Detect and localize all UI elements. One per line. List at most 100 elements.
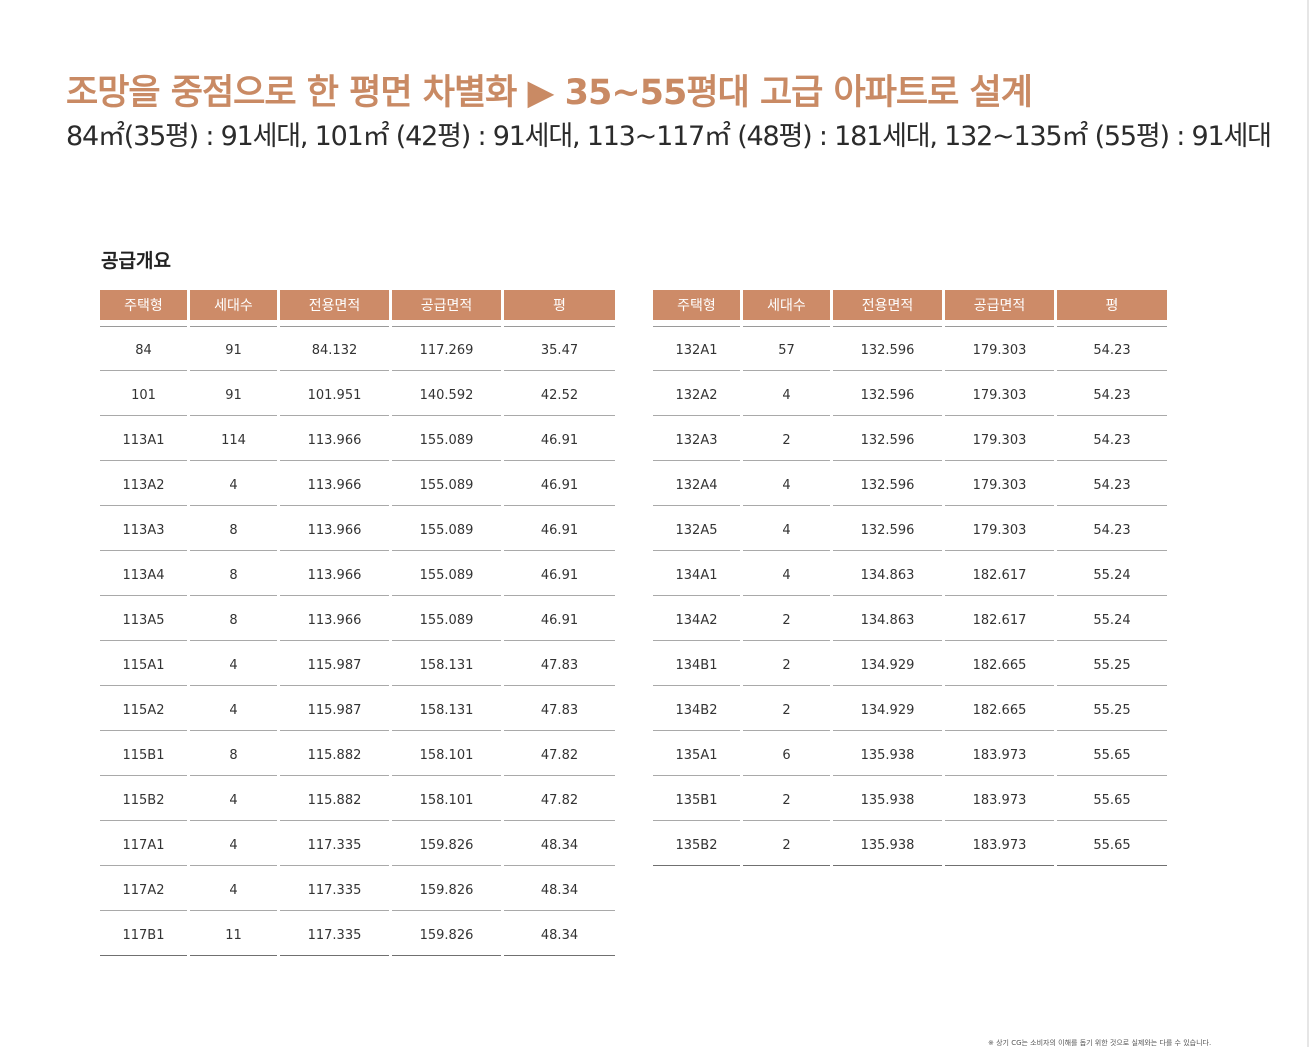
cell-pyeong: 48.34 [504, 911, 615, 956]
cell-household-count: 2 [743, 821, 830, 866]
cell-unit-type: 117A2 [100, 866, 187, 911]
table-row: 132A2 4 132.596 179.303 54.23 [653, 371, 1167, 416]
cell-unit-type: 135B1 [653, 776, 740, 821]
cell-unit-type: 132A5 [653, 506, 740, 551]
column-header-exclusive-area: 전용면적 [833, 290, 942, 326]
cell-household-count: 4 [190, 821, 277, 866]
cell-unit-type: 132A1 [653, 326, 740, 371]
column-header-pyeong: 평 [1057, 290, 1167, 326]
cell-exclusive-area: 113.966 [280, 506, 389, 551]
cell-supply-area: 179.303 [945, 416, 1054, 461]
cell-unit-type: 134A2 [653, 596, 740, 641]
cell-household-count: 8 [190, 551, 277, 596]
column-header-supply-area: 공급면적 [392, 290, 501, 326]
cell-exclusive-area: 117.335 [280, 911, 389, 956]
cell-household-count: 8 [190, 596, 277, 641]
cell-unit-type: 101 [100, 371, 187, 416]
cell-household-count: 4 [190, 776, 277, 821]
cell-unit-type: 132A3 [653, 416, 740, 461]
cell-household-count: 4 [190, 686, 277, 731]
disclaimer-note: ※ 상기 CG는 소비자의 이해를 돕기 위한 것으로 실제와는 다를 수 있습… [988, 1039, 1212, 1047]
cell-unit-type: 115A1 [100, 641, 187, 686]
cell-exclusive-area: 101.951 [280, 371, 389, 416]
table-row: 113A5 8 113.966 155.089 46.91 [100, 596, 615, 641]
table-row: 115B1 8 115.882 158.101 47.82 [100, 731, 615, 776]
cell-pyeong: 47.83 [504, 641, 615, 686]
cell-household-count: 4 [190, 461, 277, 506]
cell-exclusive-area: 115.882 [280, 731, 389, 776]
cell-household-count: 2 [743, 416, 830, 461]
column-header-pyeong: 평 [504, 290, 615, 326]
cell-exclusive-area: 132.596 [833, 416, 942, 461]
cell-supply-area: 140.592 [392, 371, 501, 416]
cell-pyeong: 46.91 [504, 551, 615, 596]
cell-exclusive-area: 135.938 [833, 821, 942, 866]
table-header-row: 주택형 세대수 전용면적 공급면적 평 [100, 290, 615, 326]
cell-supply-area: 159.826 [392, 866, 501, 911]
cell-supply-area: 182.665 [945, 686, 1054, 731]
cell-supply-area: 158.101 [392, 731, 501, 776]
cell-supply-area: 183.973 [945, 821, 1054, 866]
cell-pyeong: 47.82 [504, 731, 615, 776]
cell-household-count: 4 [743, 551, 830, 596]
table-row: 134B1 2 134.929 182.665 55.25 [653, 641, 1167, 686]
cell-pyeong: 48.34 [504, 866, 615, 911]
cell-exclusive-area: 113.966 [280, 596, 389, 641]
table-row: 113A1 114 113.966 155.089 46.91 [100, 416, 615, 461]
cell-exclusive-area: 115.882 [280, 776, 389, 821]
supply-table-left: 주택형 세대수 전용면적 공급면적 평 84 91 84.132 117.269 35.47 10… [97, 290, 618, 956]
table-row: 113A3 8 113.966 155.089 46.91 [100, 506, 615, 551]
cell-pyeong: 54.23 [1057, 416, 1167, 461]
cell-pyeong: 47.83 [504, 686, 615, 731]
cell-exclusive-area: 134.863 [833, 596, 942, 641]
cell-exclusive-area: 113.966 [280, 551, 389, 596]
column-header-unit-type: 주택형 [100, 290, 187, 326]
cell-household-count: 4 [743, 371, 830, 416]
cell-exclusive-area: 132.596 [833, 326, 942, 371]
table-row: 132A4 4 132.596 179.303 54.23 [653, 461, 1167, 506]
table-row: 132A1 57 132.596 179.303 54.23 [653, 326, 1167, 371]
cell-household-count: 11 [190, 911, 277, 956]
cell-unit-type: 113A1 [100, 416, 187, 461]
table-row: 115A2 4 115.987 158.131 47.83 [100, 686, 615, 731]
cell-unit-type: 135B2 [653, 821, 740, 866]
cell-pyeong: 46.91 [504, 416, 615, 461]
table-row: 135B1 2 135.938 183.973 55.65 [653, 776, 1167, 821]
cell-household-count: 57 [743, 326, 830, 371]
column-header-household-count: 세대수 [743, 290, 830, 326]
cell-household-count: 8 [190, 731, 277, 776]
table-header-row: 주택형 세대수 전용면적 공급면적 평 [653, 290, 1167, 326]
cell-household-count: 4 [190, 641, 277, 686]
cell-supply-area: 182.665 [945, 641, 1054, 686]
cell-unit-type: 115B1 [100, 731, 187, 776]
table-row: 135A1 6 135.938 183.973 55.65 [653, 731, 1167, 776]
cell-pyeong: 54.23 [1057, 326, 1167, 371]
cell-supply-area: 179.303 [945, 371, 1054, 416]
cell-pyeong: 55.65 [1057, 776, 1167, 821]
cell-unit-type: 132A4 [653, 461, 740, 506]
table-row: 84 91 84.132 117.269 35.47 [100, 326, 615, 371]
cell-supply-area: 117.269 [392, 326, 501, 371]
cell-pyeong: 55.25 [1057, 686, 1167, 731]
cell-household-count: 4 [743, 506, 830, 551]
cell-pyeong: 48.34 [504, 821, 615, 866]
cell-unit-type: 115A2 [100, 686, 187, 731]
table-row: 113A4 8 113.966 155.089 46.91 [100, 551, 615, 596]
unit-summary: 84㎡(35평) : 91세대, 101㎡ (42평) : 91세대, 113~… [66, 121, 1272, 152]
cell-supply-area: 158.101 [392, 776, 501, 821]
table-row: 135B2 2 135.938 183.973 55.65 [653, 821, 1167, 866]
cell-unit-type: 135A1 [653, 731, 740, 776]
cell-pyeong: 42.52 [504, 371, 615, 416]
table-row: 101 91 101.951 140.592 42.52 [100, 371, 615, 416]
cell-household-count: 2 [743, 776, 830, 821]
table-row: 134A2 2 134.863 182.617 55.24 [653, 596, 1167, 641]
cell-supply-area: 158.131 [392, 641, 501, 686]
table-row: 117B1 11 117.335 159.826 48.34 [100, 911, 615, 956]
cell-exclusive-area: 132.596 [833, 506, 942, 551]
cell-household-count: 6 [743, 731, 830, 776]
cell-supply-area: 155.089 [392, 551, 501, 596]
cell-supply-area: 183.973 [945, 731, 1054, 776]
cell-supply-area: 159.826 [392, 911, 501, 956]
cell-supply-area: 179.303 [945, 506, 1054, 551]
table-row: 134B2 2 134.929 182.665 55.25 [653, 686, 1167, 731]
